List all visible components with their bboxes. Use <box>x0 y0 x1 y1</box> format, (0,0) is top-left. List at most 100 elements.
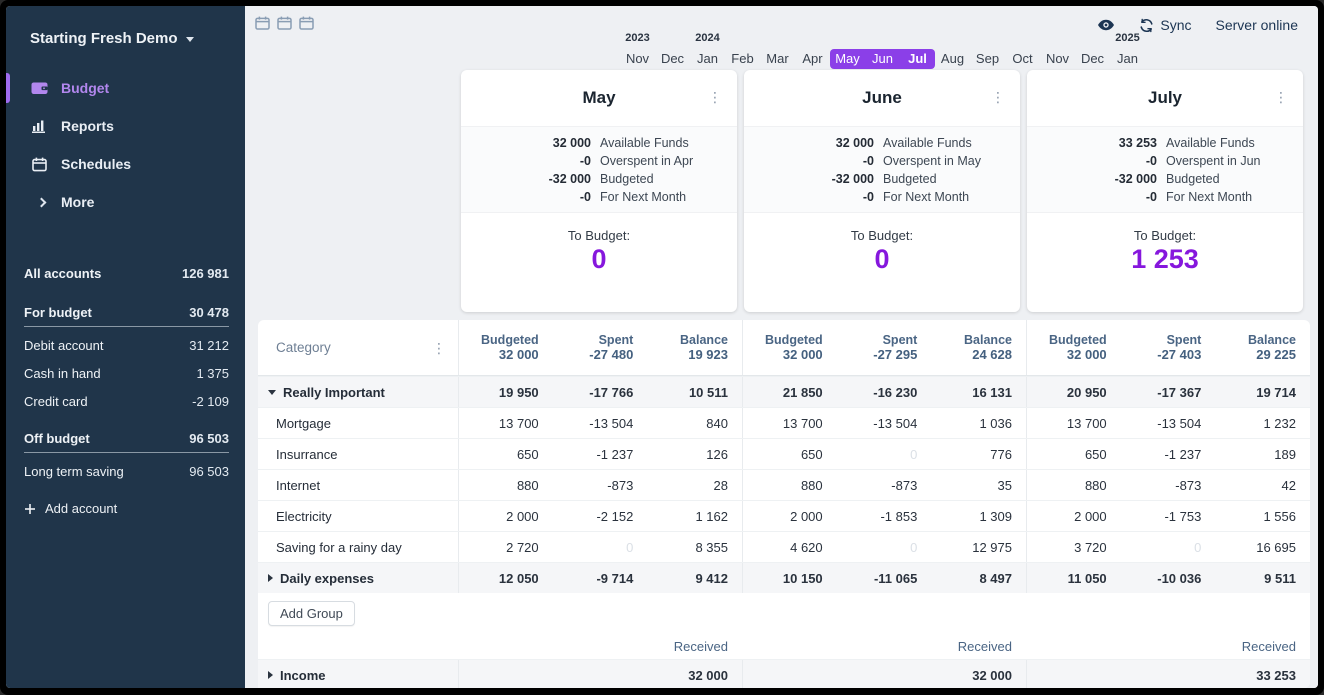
balance-cell[interactable]: 35 <box>931 470 1026 500</box>
month-cell-jan-2025[interactable]: Jan <box>1110 49 1145 69</box>
account-row-debit[interactable]: Debit account 31 212 <box>24 331 229 359</box>
two-month-view-button calendar-icon[interactable] <box>277 16 292 30</box>
spent-cell[interactable]: -2 152 <box>553 501 648 531</box>
month-cell-jun-2024[interactable]: Jun <box>865 49 900 69</box>
budgeted-cell[interactable]: 880 <box>1026 470 1121 500</box>
balance-cell[interactable]: 28 <box>647 470 742 500</box>
category-name-cell[interactable]: Internet <box>258 470 458 500</box>
balance-cell[interactable]: 16 131 <box>931 377 1026 407</box>
balance-cell[interactable]: 19 714 <box>1215 377 1310 407</box>
month-cell-apr-2024[interactable]: Apr <box>795 49 830 69</box>
budget-file-switcher[interactable]: Starting Fresh Demo <box>6 6 245 47</box>
budgeted-cell[interactable]: 13 700 <box>458 408 553 438</box>
budgeted-cell[interactable]: 21 850 <box>742 377 837 407</box>
add-account-button[interactable]: Add account <box>24 501 229 516</box>
balance-cell[interactable]: 8 355 <box>647 532 742 562</box>
kebab-menu-icon[interactable] <box>1274 90 1288 104</box>
budgeted-cell[interactable]: 880 <box>458 470 553 500</box>
kebab-menu-icon[interactable] <box>708 90 722 104</box>
spent-cell[interactable]: 0 <box>837 439 932 469</box>
sidebar-item-reports[interactable]: Reports <box>6 107 245 145</box>
month-cell-may-2024[interactable]: May <box>830 49 865 69</box>
received-cell[interactable]: 33 253 <box>1026 660 1310 688</box>
balance-cell[interactable]: 1 036 <box>931 408 1026 438</box>
for-budget-section-row[interactable]: For budget 30 478 <box>24 299 229 327</box>
spent-cell[interactable]: -11 065 <box>837 563 932 593</box>
all-accounts-row[interactable]: All accounts 126 981 <box>24 259 229 287</box>
budgeted-cell[interactable]: 650 <box>458 439 553 469</box>
three-month-view-button calendar-icon[interactable] <box>299 16 314 30</box>
server-status[interactable]: Server online <box>1216 17 1299 33</box>
sidebar-item-schedules[interactable]: Schedules <box>6 145 245 183</box>
month-cell-feb-2024[interactable]: Feb <box>725 49 760 69</box>
budgeted-cell[interactable]: 650 <box>742 439 837 469</box>
spent-cell[interactable]: 0 <box>837 532 932 562</box>
spent-cell[interactable]: -13 504 <box>837 408 932 438</box>
category-name-cell[interactable]: Saving for a rainy day <box>258 532 458 562</box>
balance-cell[interactable]: 10 511 <box>647 377 742 407</box>
to-budget-value[interactable]: 0 <box>591 244 606 275</box>
add-group-button[interactable]: Add Group <box>268 601 355 626</box>
month-cell-dec-2023[interactable]: Dec <box>655 49 690 69</box>
off-budget-section-row[interactable]: Off budget 96 503 <box>24 425 229 453</box>
budgeted-cell[interactable]: 2 000 <box>458 501 553 531</box>
month-cell-mar-2024[interactable]: Mar <box>760 49 795 69</box>
account-row-cash[interactable]: Cash in hand 1 375 <box>24 359 229 387</box>
month-cell-oct-2024[interactable]: Oct <box>1005 49 1040 69</box>
balance-cell[interactable]: 840 <box>647 408 742 438</box>
budgeted-cell[interactable]: 2 000 <box>1026 501 1121 531</box>
spent-cell[interactable]: -1 753 <box>1121 501 1216 531</box>
category-name-cell[interactable]: Mortgage <box>258 408 458 438</box>
budgeted-cell[interactable]: 3 720 <box>1026 532 1121 562</box>
spent-cell[interactable]: -9 714 <box>553 563 648 593</box>
month-cell-dec-2024[interactable]: Dec <box>1075 49 1110 69</box>
sync-button[interactable]: Sync <box>1139 17 1191 33</box>
spent-cell[interactable]: 0 <box>553 532 648 562</box>
balance-cell[interactable]: 12 975 <box>931 532 1026 562</box>
balance-cell[interactable]: 16 695 <box>1215 532 1310 562</box>
to-budget-value[interactable]: 1 253 <box>1131 244 1199 275</box>
month-cell-jul-2024[interactable]: Jul <box>900 49 935 69</box>
spent-cell[interactable]: -17 766 <box>553 377 648 407</box>
spent-cell[interactable]: -10 036 <box>1121 563 1216 593</box>
sidebar-item-more[interactable]: More <box>6 183 245 221</box>
spent-cell[interactable]: -17 367 <box>1121 377 1216 407</box>
month-cell-nov-2024[interactable]: Nov <box>1040 49 1075 69</box>
budgeted-cell[interactable]: 12 050 <box>458 563 553 593</box>
spent-cell[interactable]: -1 237 <box>553 439 648 469</box>
one-month-view-button calendar-icon[interactable] <box>255 16 270 30</box>
spent-cell[interactable]: -16 230 <box>837 377 932 407</box>
group-toggle[interactable]: Daily expenses <box>258 563 458 593</box>
balance-cell[interactable]: 1 556 <box>1215 501 1310 531</box>
category-name-cell[interactable]: Electricity <box>258 501 458 531</box>
privacy-toggle-button[interactable] <box>1097 19 1115 31</box>
budgeted-cell[interactable]: 11 050 <box>1026 563 1121 593</box>
spent-cell[interactable]: -13 504 <box>1121 408 1216 438</box>
sidebar-item-budget[interactable]: Budget <box>6 69 245 107</box>
month-cell-nov-2023[interactable]: Nov <box>620 49 655 69</box>
budgeted-cell[interactable]: 880 <box>742 470 837 500</box>
month-cell-jan-2024[interactable]: Jan <box>690 49 725 69</box>
budgeted-cell[interactable]: 13 700 <box>742 408 837 438</box>
balance-cell[interactable]: 8 497 <box>931 563 1026 593</box>
budgeted-cell[interactable]: 2 000 <box>742 501 837 531</box>
budgeted-cell[interactable]: 19 950 <box>458 377 553 407</box>
account-row-credit-card[interactable]: Credit card -2 109 <box>24 387 229 415</box>
balance-cell[interactable]: 1 162 <box>647 501 742 531</box>
spent-cell[interactable]: 0 <box>1121 532 1216 562</box>
kebab-menu-icon[interactable] <box>991 90 1005 104</box>
budgeted-cell[interactable]: 4 620 <box>742 532 837 562</box>
month-cell-sep-2024[interactable]: Sep <box>970 49 1005 69</box>
to-budget-value[interactable]: 0 <box>874 244 889 275</box>
spent-cell[interactable]: -1 853 <box>837 501 932 531</box>
category-name-cell[interactable]: Insurrance <box>258 439 458 469</box>
balance-cell[interactable]: 1 309 <box>931 501 1026 531</box>
received-cell[interactable]: 32 000 <box>458 660 742 688</box>
balance-cell[interactable]: 189 <box>1215 439 1310 469</box>
balance-cell[interactable]: 42 <box>1215 470 1310 500</box>
balance-cell[interactable]: 9 511 <box>1215 563 1310 593</box>
balance-cell[interactable]: 9 412 <box>647 563 742 593</box>
budgeted-cell[interactable]: 650 <box>1026 439 1121 469</box>
balance-cell[interactable]: 776 <box>931 439 1026 469</box>
received-cell[interactable]: 32 000 <box>742 660 1026 688</box>
